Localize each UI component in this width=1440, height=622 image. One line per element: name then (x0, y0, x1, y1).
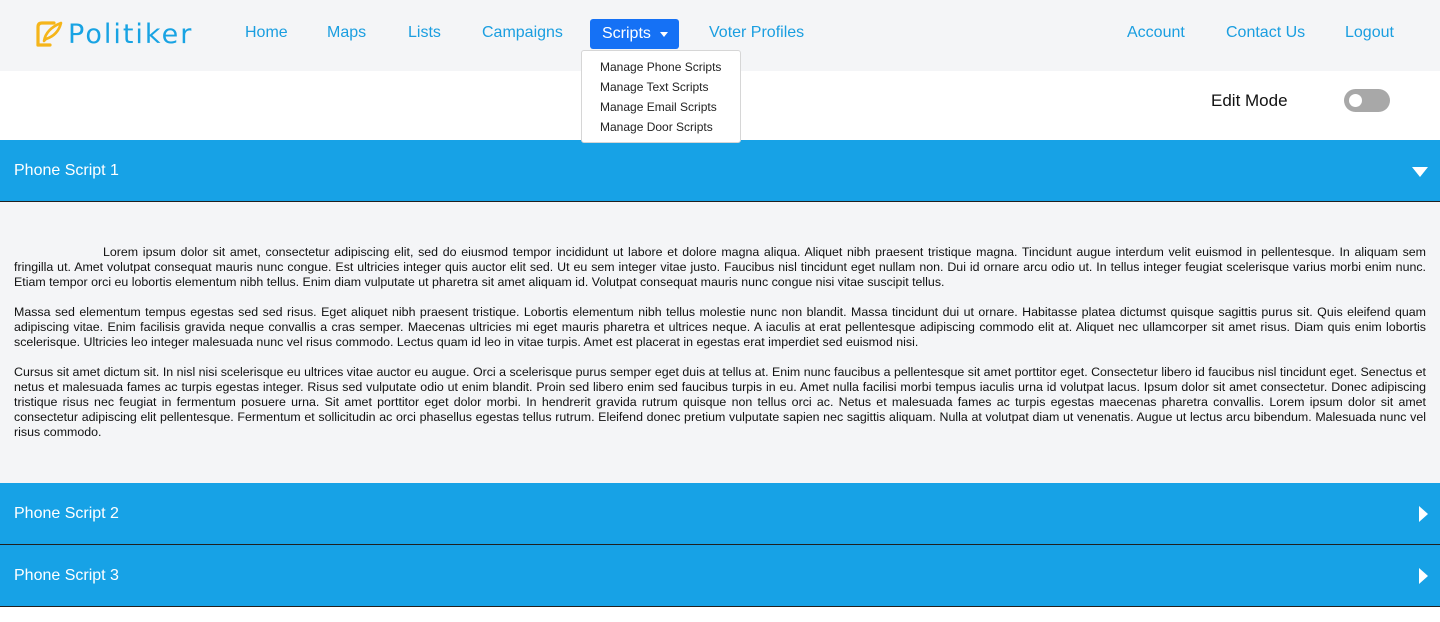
nav-home[interactable]: Home (245, 24, 288, 42)
toggle-knob (1349, 94, 1362, 107)
nav-campaigns[interactable]: Campaigns (482, 24, 563, 42)
nav-scripts-dropdown-toggle[interactable]: Scripts (590, 19, 679, 49)
nav-maps[interactable]: Maps (327, 24, 366, 42)
logo-icon (36, 21, 63, 47)
panel-header-phone-script-3[interactable]: Phone Script 3 (0, 545, 1440, 607)
panel-title: Phone Script 3 (14, 567, 119, 584)
menu-item-manage-email-scripts[interactable]: Manage Email Scripts (582, 99, 740, 119)
edit-mode-toggle[interactable] (1344, 89, 1390, 112)
triangle-right-icon (1419, 506, 1428, 522)
panel-body-phone-script-1: Lorem ipsum dolor sit amet, consectetur … (0, 202, 1440, 483)
triangle-down-icon (1412, 167, 1428, 177)
script-paragraph: Cursus sit amet dictum sit. In nisl nisi… (14, 365, 1426, 439)
caret-down-icon (659, 32, 668, 37)
edit-mode-label: Edit Mode (1211, 91, 1288, 110)
triangle-right-icon (1419, 568, 1428, 584)
menu-item-manage-door-scripts[interactable]: Manage Door Scripts (582, 119, 740, 139)
script-paragraph: Lorem ipsum dolor sit amet, consectetur … (14, 245, 1426, 289)
nav-voter-profiles[interactable]: Voter Profiles (709, 24, 804, 42)
menu-item-manage-phone-scripts[interactable]: Manage Phone Scripts (582, 59, 740, 79)
panel-title: Phone Script 2 (14, 505, 119, 522)
panel-title: Phone Script 1 (14, 162, 119, 179)
nav-lists[interactable]: Lists (408, 24, 441, 42)
menu-item-manage-text-scripts[interactable]: Manage Text Scripts (582, 79, 740, 99)
nav-logout[interactable]: Logout (1345, 24, 1394, 42)
scripts-dropdown-menu: Manage Phone Scripts Manage Text Scripts… (581, 50, 741, 143)
brand-logo[interactable]: Politiker (34, 16, 193, 52)
script-paragraph: Massa sed elementum tempus egestas sed s… (14, 305, 1426, 349)
nav-scripts-label: Scripts (602, 25, 651, 42)
nav-contact-us[interactable]: Contact Us (1226, 24, 1305, 42)
nav-account[interactable]: Account (1127, 24, 1185, 42)
panel-header-phone-script-1[interactable]: Phone Script 1 (0, 140, 1440, 202)
panel-header-phone-script-2[interactable]: Phone Script 2 (0, 483, 1440, 545)
brand-name: Politiker (68, 18, 194, 50)
